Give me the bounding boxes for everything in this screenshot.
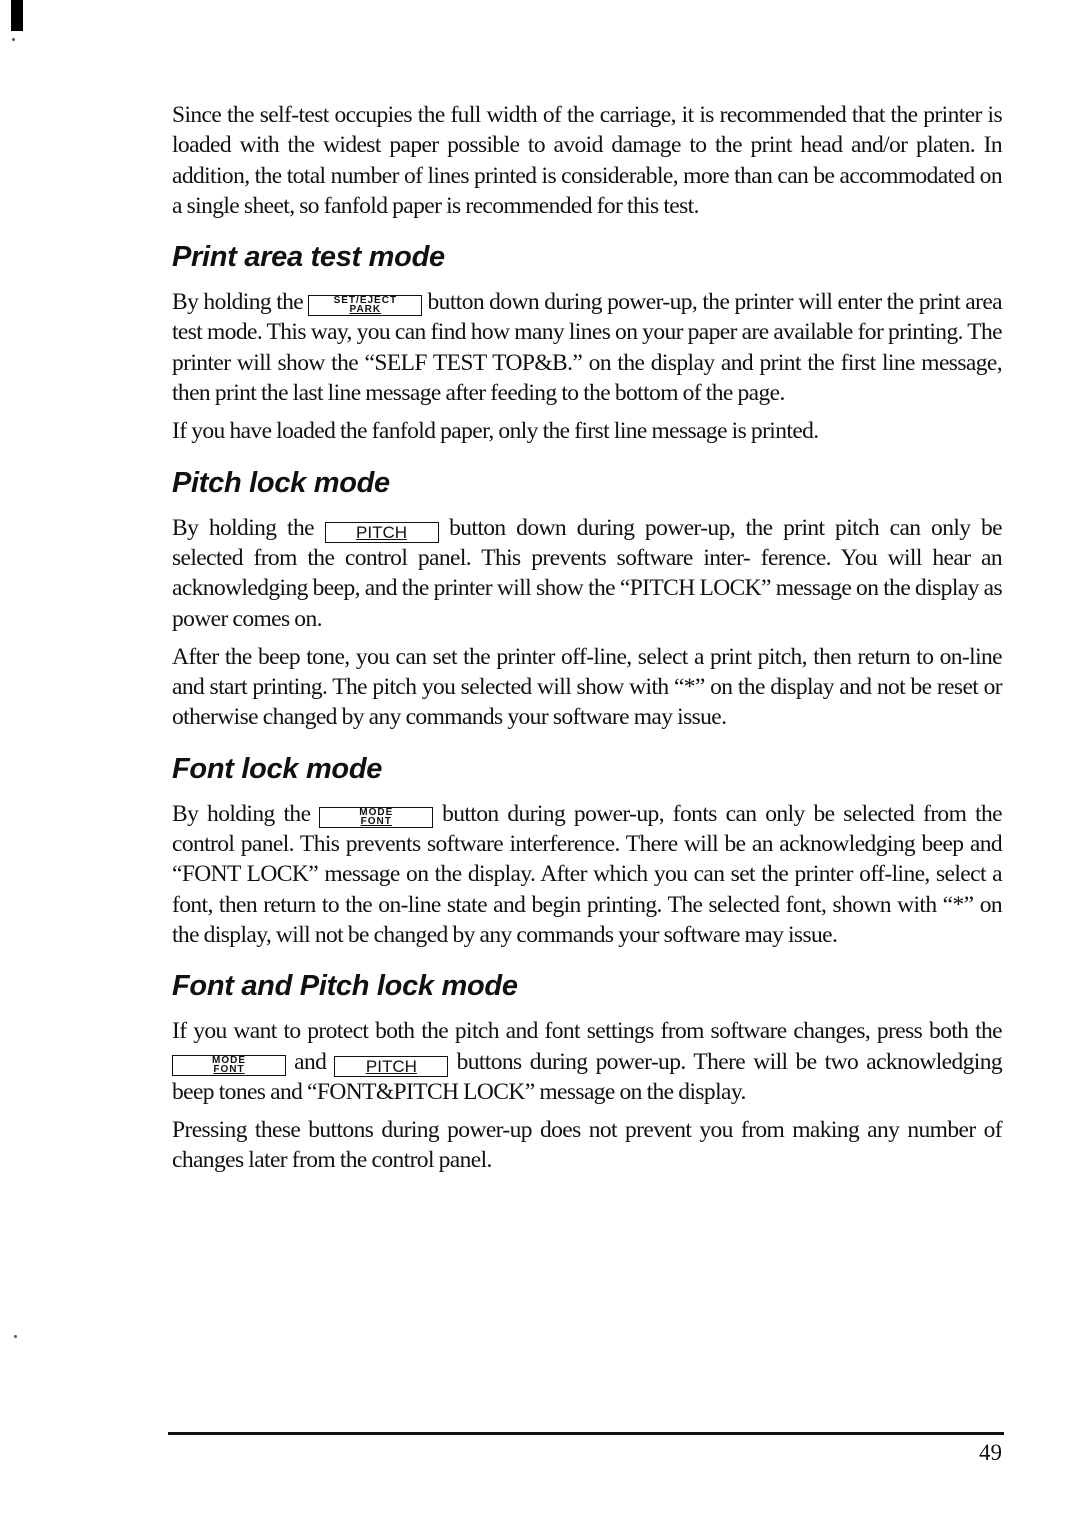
scan-speck <box>14 1335 17 1338</box>
set-eject-park-key-icon: SET/EJECT PARK <box>308 295 423 317</box>
manual-page: Since the self-test occupies the full wi… <box>172 100 1003 1184</box>
heading-font-and-pitch-lock-mode: Font and Pitch lock mode <box>172 970 518 1003</box>
key-label-bottom: FONT <box>213 1063 245 1075</box>
scan-speck <box>12 38 15 41</box>
scan-edge-mark <box>11 0 23 31</box>
pitch-key-icon: PITCH <box>334 1055 449 1077</box>
pitch-lock-paragraph-2: After the beep tone, you can set the pri… <box>172 643 1003 731</box>
page-number: 49 <box>979 1440 1002 1465</box>
heading-print-area-test-mode: Print area test mode <box>172 241 445 274</box>
key-label-bottom: PARK <box>349 304 382 316</box>
print-area-paragraph-2: If you have loaded the fanfold paper, on… <box>172 418 819 445</box>
mode-font-key-icon: MODE FONT <box>172 1054 286 1076</box>
footer-rule <box>168 1432 1004 1435</box>
mode-font-key-icon: MODE FONT <box>319 806 434 828</box>
heading-font-lock-mode: Font lock mode <box>172 752 383 785</box>
text: and <box>294 1048 327 1075</box>
heading-pitch-lock-mode: Pitch lock mode <box>172 466 390 499</box>
pitch-key-icon: PITCH <box>324 521 439 543</box>
font-pitch-lock-paragraph-1: If you want to protect both the pitch an… <box>172 1016 1003 1107</box>
font-lock-paragraph-1: By holding the MODE FONT button during p… <box>172 799 1003 950</box>
text: If you want to protect both the pitch an… <box>172 1018 1003 1045</box>
key-label-bottom: FONT <box>360 815 392 827</box>
intro-paragraph: Since the self-test occupies the full wi… <box>172 102 1003 219</box>
text: By holding the <box>172 289 304 316</box>
text: By holding the <box>172 800 311 827</box>
text: By holding the <box>172 514 315 541</box>
font-pitch-lock-paragraph-2: Pressing these buttons during power-up d… <box>172 1117 1003 1174</box>
print-area-paragraph-1: By holding the SET/EJECT PARK button dow… <box>172 287 1003 408</box>
pitch-lock-paragraph-1: By holding the PITCH button down during … <box>172 513 1003 634</box>
